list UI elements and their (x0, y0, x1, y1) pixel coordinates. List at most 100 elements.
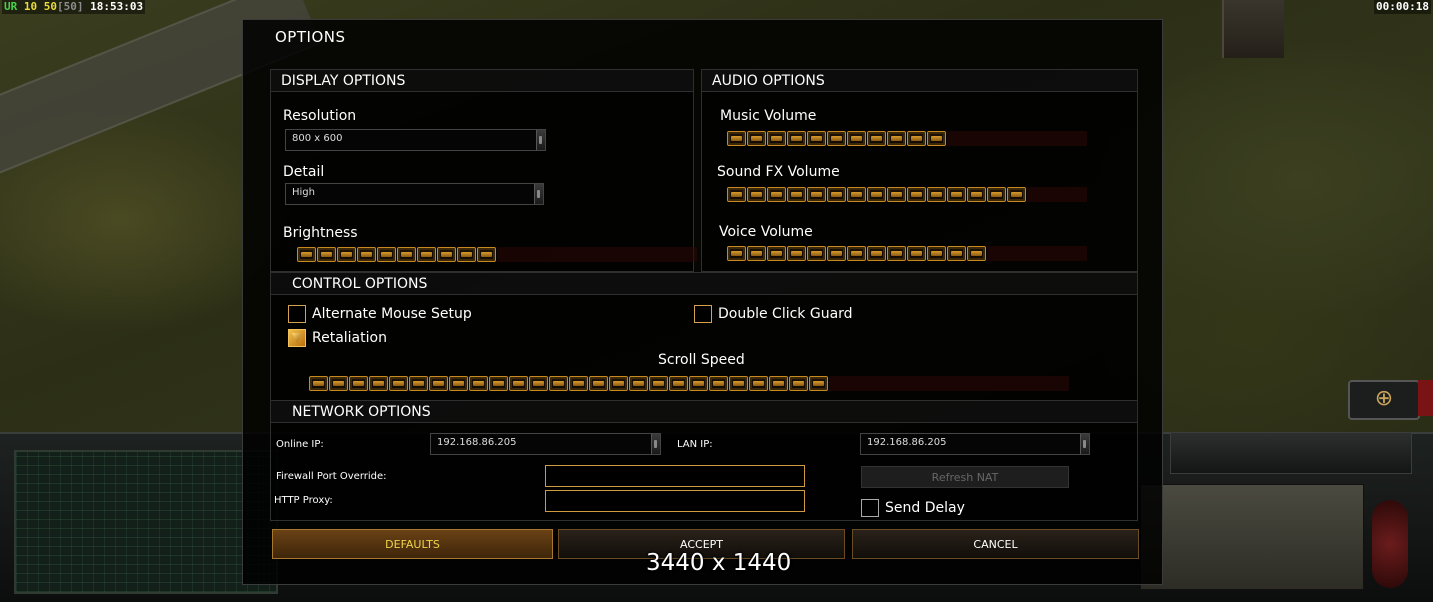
status-readout: UR 10 50[50] 18:53:03 (2, 0, 146, 14)
map-structure (1222, 0, 1284, 58)
voice-volume-slider[interactable] (727, 245, 1087, 262)
slider-segment (389, 376, 408, 391)
lan-ip-value: 192.168.86.205 (867, 437, 947, 448)
slider-segment (847, 131, 866, 146)
slider-segment (927, 187, 946, 202)
slider-segment (489, 376, 508, 391)
scrollbar-handle[interactable] (1080, 434, 1089, 454)
slider-segment (847, 246, 866, 261)
scrollbar-handle[interactable] (534, 184, 543, 204)
game-timer: 00:00:18 (1374, 0, 1431, 14)
slider-track[interactable] (987, 246, 1087, 261)
slider-segment (629, 376, 648, 391)
slider-segment (887, 131, 906, 146)
status-latency-bracket: [50] (57, 0, 84, 13)
defaults-button[interactable]: DEFAULTS (272, 529, 553, 559)
slider-segment (787, 246, 806, 261)
slider-segment (887, 246, 906, 261)
http-proxy-label: HTTP Proxy: (274, 495, 333, 506)
firewall-port-label: Firewall Port Override: (276, 471, 387, 482)
slider-segment (827, 187, 846, 202)
resolution-value: 800 x 600 (292, 133, 343, 144)
slider-segment (317, 247, 336, 262)
slider-segment (509, 376, 528, 391)
slider-segment (807, 246, 826, 261)
slider-segment (867, 246, 886, 261)
command-tab-strip[interactable] (1170, 432, 1412, 474)
slider-segment (767, 131, 786, 146)
online-ip-dropdown[interactable]: 192.168.86.205 (430, 433, 661, 455)
radar-indicator (1418, 380, 1433, 416)
slider-segment (329, 376, 348, 391)
slider-segment (649, 376, 668, 391)
scroll-speed-label: Scroll Speed (658, 352, 745, 368)
status-latency: 50 (43, 0, 57, 13)
radar-minimap[interactable] (14, 450, 278, 594)
alternate-mouse-checkbox[interactable] (288, 305, 306, 323)
slider-segment (727, 187, 746, 202)
slider-segment (907, 131, 926, 146)
double-click-guard-label: Double Click Guard (718, 306, 853, 322)
slider-segment (947, 187, 966, 202)
slider-segment (747, 246, 766, 261)
slider-segment (907, 246, 926, 261)
brightness-slider[interactable] (297, 246, 697, 263)
slider-segment (297, 247, 316, 262)
unit-portrait-panel[interactable] (1140, 484, 1364, 590)
sound-fx-volume-slider[interactable] (727, 186, 1087, 203)
slider-segment (729, 376, 748, 391)
slider-segment (827, 131, 846, 146)
double-click-guard-checkbox[interactable] (694, 305, 712, 323)
resolution-dropdown[interactable]: 800 x 600 (285, 129, 546, 151)
slider-segment (727, 131, 746, 146)
refresh-nat-button[interactable]: Refresh NAT (861, 466, 1069, 488)
slider-segment (769, 376, 788, 391)
status-clock: 18:53:03 (90, 0, 144, 13)
slider-track[interactable] (497, 247, 697, 262)
send-delay-label: Send Delay (885, 500, 965, 516)
slider-segment (609, 376, 628, 391)
slider-segment (309, 376, 328, 391)
slider-segment (767, 246, 786, 261)
lan-ip-dropdown[interactable]: 192.168.86.205 (860, 433, 1090, 455)
scrollbar-handle[interactable] (536, 130, 545, 150)
retaliation-checkbox[interactable] (288, 329, 306, 347)
slider-segment (807, 131, 826, 146)
slider-segment (749, 376, 768, 391)
http-proxy-input[interactable] (545, 490, 805, 512)
radar-toggle-button[interactable]: ⊕ (1348, 380, 1420, 420)
slider-segment (867, 187, 886, 202)
music-volume-slider[interactable] (727, 130, 1087, 147)
detail-label: Detail (283, 164, 325, 180)
slider-segment (1007, 187, 1026, 202)
slider-segment (589, 376, 608, 391)
scroll-speed-slider[interactable] (309, 375, 1069, 392)
slider-track[interactable] (947, 131, 1087, 146)
resolution-label: Resolution (283, 108, 357, 124)
network-options-header: NETWORK OPTIONS (271, 401, 1137, 423)
slider-segment (747, 187, 766, 202)
firewall-port-input[interactable] (545, 465, 805, 487)
slider-segment (727, 246, 746, 261)
slider-segment (349, 376, 368, 391)
slider-segment (747, 131, 766, 146)
voice-volume-label: Voice Volume (719, 224, 813, 240)
options-dialog: OPTIONS DISPLAY OPTIONS Resolution 800 x… (242, 19, 1163, 585)
slider-segment (529, 376, 548, 391)
slider-segment (767, 187, 786, 202)
send-delay-checkbox[interactable] (861, 499, 879, 517)
slider-segment (457, 247, 476, 262)
slider-track[interactable] (829, 376, 1069, 391)
slider-segment (787, 187, 806, 202)
scrollbar-handle[interactable] (651, 434, 660, 454)
crosshair-icon: ⊕ (1374, 386, 1394, 411)
control-options-section: CONTROL OPTIONS Alternate Mouse Setup Do… (270, 272, 1138, 401)
slider-segment (987, 187, 1006, 202)
status-fps: 10 (23, 0, 38, 13)
slider-segment (417, 247, 436, 262)
detail-dropdown[interactable]: High (285, 183, 544, 205)
slider-segment (927, 246, 946, 261)
dialog-title: OPTIONS (275, 28, 346, 46)
cancel-button[interactable]: CANCEL (852, 529, 1139, 559)
slider-track[interactable] (1027, 187, 1087, 202)
